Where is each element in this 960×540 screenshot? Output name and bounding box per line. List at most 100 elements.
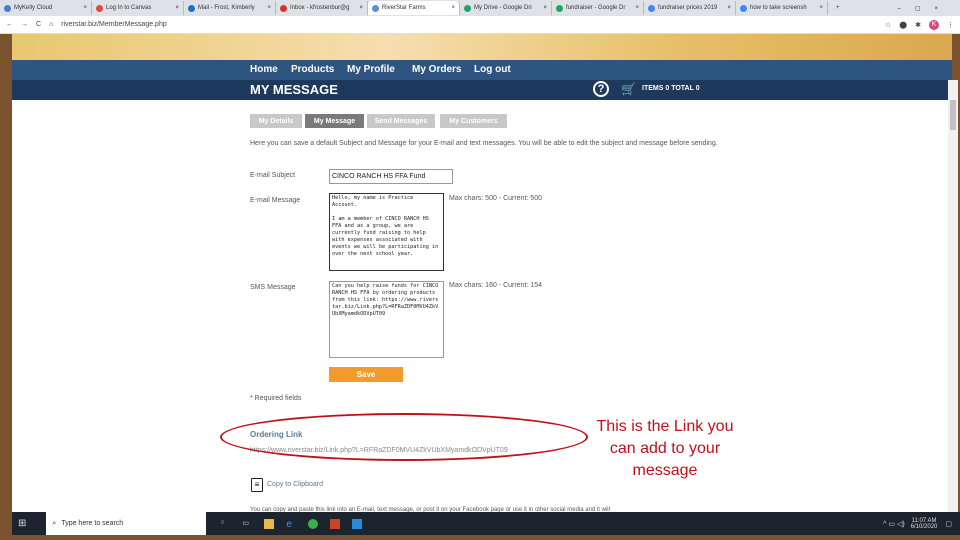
browser-tab[interactable]: fundraiser - Google Dr × (552, 1, 644, 15)
outlook-icon (188, 4, 195, 12)
site-banner (12, 34, 952, 60)
sms-message-label: SMS Message (250, 284, 296, 291)
browser-tab[interactable]: RiverStar Farms × (368, 1, 460, 15)
tab-my-message[interactable]: My Message (305, 114, 364, 128)
tab-my-customers[interactable]: My Customers (440, 114, 507, 128)
browser-tab[interactable]: Log In to Canvas × (92, 1, 184, 15)
address-bar: ← → C ⌂ riverstar.biz/MemberMessage.php … (0, 16, 960, 34)
close-tab-icon[interactable]: × (83, 5, 87, 11)
photos-icon[interactable] (352, 518, 363, 529)
email-char-counter: Max chars: 500 - Current: 500 (449, 195, 542, 202)
items-label: ITEMS (642, 85, 664, 92)
windows-start-icon[interactable]: ⊞ (18, 518, 26, 529)
taskbar-search[interactable]: ⌕ Type here to search (46, 512, 207, 535)
sms-message-textarea[interactable]: Can you help raise funds for CINCO RANCH… (329, 281, 444, 358)
task-view-icon[interactable]: ▭ (242, 519, 252, 529)
tab-label: Inbox - kfrostenbur@g (290, 5, 350, 11)
home-icon[interactable]: ⌂ (49, 21, 53, 28)
gmail-icon (280, 4, 287, 12)
docs-icon (648, 4, 655, 12)
search-icon: ⌕ (52, 519, 57, 527)
nav-home[interactable]: Home (250, 64, 278, 75)
riverstar-icon (372, 4, 379, 12)
nav-log-out[interactable]: Log out (474, 64, 511, 75)
nav-my-orders[interactable]: My Orders (412, 64, 461, 75)
save-button[interactable]: Save (329, 367, 403, 382)
edge-icon[interactable]: e (286, 519, 296, 530)
close-tab-icon[interactable]: × (635, 5, 639, 11)
tab-label: MyKelly Cloud (14, 5, 53, 11)
file-explorer-icon[interactable] (264, 518, 275, 529)
close-tab-icon[interactable]: × (543, 5, 547, 11)
url-field[interactable]: riverstar.biz/MemberMessage.php (61, 21, 166, 28)
email-subject-input[interactable]: CINCO RANCH HS FFA Fund Raising (329, 169, 453, 184)
clipboard-icon[interactable]: ≡ (251, 478, 263, 492)
forward-icon[interactable]: → (21, 21, 28, 28)
puzzle-icon[interactable]: ✱ (915, 21, 921, 29)
browser-tab[interactable]: Inbox - kfrostenbur@g × (276, 1, 368, 15)
title-bar: MY MESSAGE ? 🛒 ITEMS 0 TOTAL 0 (12, 80, 952, 100)
email-message-textarea[interactable]: Hello, my name is Practice Account. I am… (329, 193, 444, 271)
help-icon[interactable]: ? (593, 81, 609, 97)
browser-tab-bar: MyKelly Cloud × Log In to Canvas × Mail - Fr… (0, 0, 960, 16)
close-tab-icon[interactable]: × (451, 5, 455, 11)
tab-label: fundraiser prices 2019 (658, 5, 718, 11)
system-tray-icons[interactable]: ^ ▭ ◁) (883, 520, 905, 528)
powerpoint-icon[interactable] (330, 518, 341, 529)
browser-tab[interactable]: how to take screensh × (736, 1, 828, 15)
search-placeholder: Type here to search (61, 520, 124, 527)
cortana-icon[interactable]: ○ (220, 519, 230, 529)
extension-icon[interactable]: ⬤ (899, 21, 907, 29)
chrome-icon[interactable] (308, 518, 319, 529)
annotation-ellipse (220, 413, 588, 461)
nav-my-profile[interactable]: My Profile (347, 64, 395, 75)
window-controls[interactable]: –▢× (897, 5, 952, 12)
close-tab-icon[interactable]: × (359, 5, 363, 11)
main-nav: Home Products My Profile My Orders Log o… (12, 60, 952, 80)
clock-date: 6/10/2020 (910, 523, 938, 530)
profile-avatar[interactable]: K (929, 19, 939, 30)
menu-icon[interactable]: ⋮ (947, 21, 954, 29)
back-icon[interactable]: ← (6, 21, 13, 28)
browser-tab[interactable]: MyKelly Cloud × (0, 1, 92, 15)
drive-icon (464, 4, 471, 12)
sms-char-counter: Max chars: 160 - Current: 154 (449, 282, 542, 289)
tab-label: how to take screensh (750, 5, 807, 11)
tab-send-messages[interactable]: Send Messages (367, 114, 435, 128)
tab-label: Log In to Canvas (106, 5, 152, 11)
tab-label: RiverStar Farms (382, 5, 426, 11)
tab-label: My Drive - Google Dri (474, 5, 532, 11)
tab-my-details[interactable]: My Details (250, 114, 302, 128)
required-fields-note: * Required fields (250, 395, 302, 402)
tab-label: Mail - Frost, Kimberly (198, 5, 255, 11)
items-count: 0 (665, 85, 670, 92)
browser-tab[interactable]: My Drive - Google Dri × (460, 1, 552, 15)
google-icon (740, 4, 747, 12)
close-tab-icon[interactable]: × (727, 5, 731, 11)
close-tab-icon[interactable]: × (267, 5, 271, 11)
clock[interactable]: 11:07 AM 6/10/2020 (911, 518, 938, 530)
email-message-label: E-mail Message (250, 197, 301, 204)
windows-taskbar: ⊞ ⌕ Type here to search ○ ▭ e ^ ▭ ◁) 11:0… (12, 512, 960, 535)
globe-icon (4, 4, 11, 12)
total-label: TOTAL (671, 85, 694, 92)
close-tab-icon[interactable]: × (819, 5, 823, 11)
cart-icon[interactable]: 🛒 (621, 82, 636, 96)
intro-text: Here you can save a default Subject and … (250, 140, 718, 147)
star-icon[interactable]: ☆ (885, 21, 891, 29)
email-subject-label: E-mail Subject (250, 172, 296, 179)
browser-tab[interactable]: fundraiser prices 2019 × (644, 1, 736, 15)
nav-products[interactable]: Products (291, 64, 334, 75)
browser-tab[interactable]: Mail - Frost, Kimberly × (184, 1, 276, 15)
reload-icon[interactable]: C (36, 21, 41, 28)
annotation-text: This is the Link you can add to your mes… (596, 418, 734, 479)
new-tab-icon[interactable]: + (836, 5, 840, 11)
notifications-icon[interactable]: ▢ (945, 520, 952, 528)
total-value: 0 (695, 85, 700, 92)
copy-to-clipboard-link[interactable]: Copy to Clipboard (267, 481, 323, 488)
page-title: MY MESSAGE (250, 82, 338, 97)
close-tab-icon[interactable]: × (175, 5, 179, 11)
canvas-icon (96, 4, 103, 12)
scrollbar[interactable] (948, 80, 958, 512)
tab-label: fundraiser - Google Dr (566, 5, 626, 11)
